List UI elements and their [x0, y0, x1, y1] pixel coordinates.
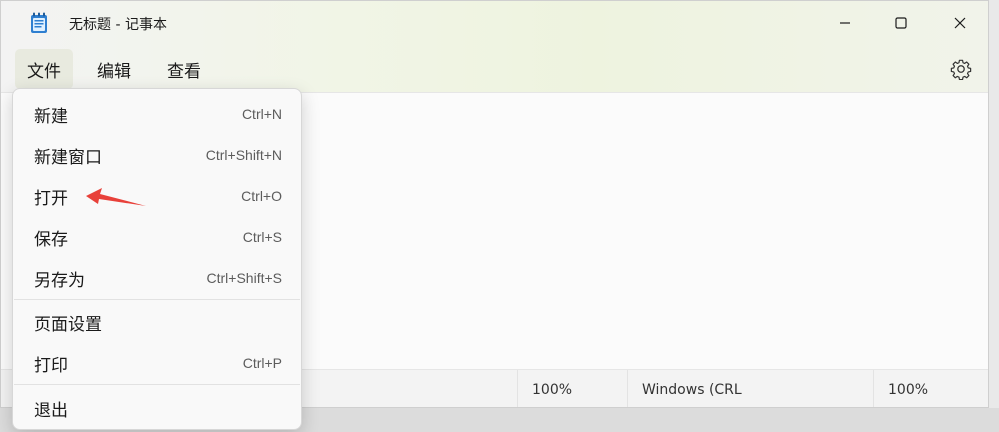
menu-item-new[interactable]: 新建 Ctrl+N — [18, 94, 296, 134]
maximize-icon — [895, 17, 907, 29]
menu-item-label: 新建窗口 — [34, 147, 102, 168]
gear-icon[interactable] — [950, 58, 972, 80]
minimize-icon — [840, 22, 850, 24]
menu-file[interactable]: 文件 — [15, 49, 73, 89]
red-arrow-icon — [86, 188, 146, 206]
menu-item-label: 打开 — [34, 188, 68, 209]
menu-item-label: 新建 — [34, 106, 68, 127]
menu-item-save[interactable]: 保存 Ctrl+S — [18, 217, 296, 257]
menu-item-label: 另存为 — [34, 270, 85, 291]
menu-separator — [14, 299, 300, 300]
menu-item-print[interactable]: 打印 Ctrl+P — [18, 343, 296, 383]
menu-item-shortcut: Ctrl+S — [242, 229, 282, 245]
menu-item-open[interactable]: 打开 Ctrl+O — [18, 176, 296, 216]
close-button[interactable] — [935, 1, 985, 45]
status-zoom: 100% — [517, 370, 627, 407]
menu-edit[interactable]: 编辑 — [85, 49, 143, 89]
menu-item-page-setup[interactable]: 页面设置 — [18, 302, 296, 342]
maximize-button[interactable] — [876, 1, 926, 45]
background-strip — [989, 0, 999, 432]
window-title: 无标题 - 记事本 — [69, 17, 167, 33]
menu-item-label: 保存 — [34, 229, 68, 250]
menu-item-label: 退出 — [34, 400, 68, 421]
menu-item-shortcut: Ctrl+Shift+S — [206, 270, 282, 286]
close-icon — [954, 17, 966, 29]
notepad-icon — [31, 12, 47, 33]
menu-item-label: 打印 — [34, 355, 68, 376]
menu-item-exit[interactable]: 退出 — [18, 388, 296, 428]
menu-item-shortcut: Ctrl+Shift+N — [205, 147, 282, 163]
menu-item-new-window[interactable]: 新建窗口 Ctrl+Shift+N — [18, 135, 296, 175]
menu-item-shortcut: Ctrl+O — [241, 188, 282, 204]
menu-item-shortcut: Ctrl+P — [242, 355, 282, 371]
menu-view[interactable]: 查看 — [155, 49, 213, 89]
minimize-button[interactable] — [820, 1, 870, 45]
status-zoom-secondary: 100% — [873, 370, 988, 407]
menu-item-save-as[interactable]: 另存为 Ctrl+Shift+S — [18, 258, 296, 298]
status-line-ending: Windows (CRL — [627, 370, 873, 407]
menu-separator — [14, 384, 300, 385]
file-menu-dropdown: 新建 Ctrl+N 新建窗口 Ctrl+Shift+N 打开 Ctrl+O 保存… — [12, 88, 302, 430]
menu-item-shortcut: Ctrl+N — [241, 106, 282, 122]
menu-bar: 文件 编辑 查看 — [1, 47, 988, 93]
menu-item-label: 页面设置 — [34, 314, 102, 335]
title-bar[interactable]: 无标题 - 记事本 — [1, 1, 988, 47]
